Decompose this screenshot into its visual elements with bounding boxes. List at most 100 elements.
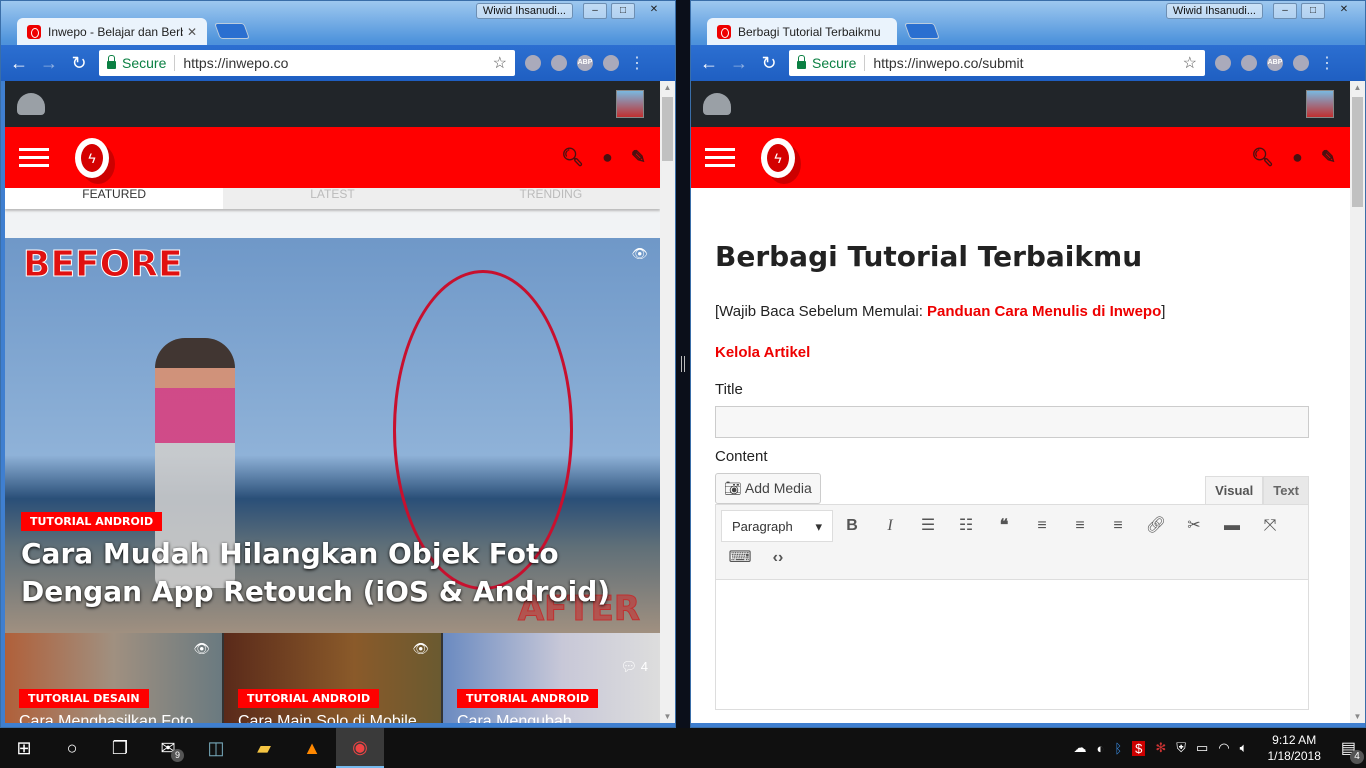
battery-icon[interactable]: ▭	[1196, 740, 1208, 756]
notification-center-icon[interactable]: ▤ 4	[1341, 738, 1364, 764]
code-icon[interactable]: ‹›	[759, 542, 797, 574]
bullet-list-icon[interactable]: ☰	[909, 510, 947, 542]
snap-divider[interactable]	[676, 0, 690, 728]
hamburger-menu-icon[interactable]	[19, 148, 49, 167]
profile-button[interactable]: Wiwid Ihsanudi...	[475, 3, 573, 19]
wifi-icon[interactable]: ◠	[1218, 740, 1229, 756]
extension-icon[interactable]	[1241, 55, 1257, 71]
browser-tab[interactable]: Inwepo - Belajar dan Berb ✕	[17, 18, 207, 45]
category-badge[interactable]: TUTORIAL ANDROID	[238, 689, 380, 708]
site-logo[interactable]	[75, 137, 109, 178]
numbered-list-icon[interactable]: ☷	[947, 510, 985, 542]
onedrive-icon[interactable]: ☁	[1073, 740, 1086, 756]
profile-button[interactable]: Wiwid Ihsanudi...	[1165, 3, 1263, 19]
align-left-icon[interactable]: ≡	[1023, 510, 1061, 542]
bookmark-star-icon[interactable]: ☆	[493, 53, 507, 73]
post-title[interactable]: Cara Main Solo di Mobile	[238, 713, 417, 723]
app-tray-icon[interactable]: ✻	[1155, 740, 1166, 756]
app-tray-icon[interactable]: $	[1132, 740, 1146, 756]
close-window-button[interactable]: ✕	[1329, 3, 1359, 19]
maximize-button[interactable]: □	[611, 3, 635, 19]
site-logo[interactable]	[761, 137, 795, 178]
app-icon[interactable]: ◫	[192, 728, 240, 768]
search-icon[interactable]: 🔍︎	[1251, 147, 1274, 168]
back-icon[interactable]: ←	[9, 53, 29, 74]
windows-start-icon[interactable]: ⊞	[0, 728, 48, 768]
tab-latest[interactable]: LATEST	[223, 188, 442, 209]
maximize-button[interactable]: □	[1301, 3, 1325, 19]
read-more-icon[interactable]: ▬	[1213, 510, 1251, 542]
category-badge[interactable]: TUTORIAL ANDROID	[21, 512, 163, 531]
chrome-menu-icon[interactable]: ⋮	[629, 53, 645, 73]
blockquote-icon[interactable]: ❝	[985, 510, 1023, 542]
post-title[interactable]: Cara Mengubah	[457, 713, 572, 723]
close-window-button[interactable]: ✕	[639, 3, 669, 19]
featured-post[interactable]: BEFORE AFTER 👁︎ TUTORIAL ANDROID Cara Mu…	[5, 238, 660, 633]
align-right-icon[interactable]: ≡	[1099, 510, 1137, 542]
format-select[interactable]: Paragraph ▾	[721, 510, 833, 542]
bold-icon[interactable]: B	[833, 510, 871, 542]
unlink-icon[interactable]: ✂	[1175, 510, 1213, 542]
scrollbar[interactable]: ▲ ▼	[1350, 81, 1365, 723]
hamburger-menu-icon[interactable]	[705, 148, 735, 167]
dashboard-icon[interactable]	[17, 93, 45, 115]
avatar[interactable]	[1306, 90, 1334, 118]
defender-icon[interactable]: ⛨	[1176, 740, 1186, 756]
post-card[interactable]: 👁︎ TUTORIAL DESAIN Cara Menghasilkan Foto	[5, 633, 222, 723]
bookmark-star-icon[interactable]: ☆	[1183, 53, 1197, 73]
address-bar[interactable]: Secure https://inwepo.co/submit ☆	[789, 50, 1205, 76]
search-icon[interactable]: 🔍︎	[561, 147, 584, 168]
reload-icon[interactable]: ↻	[69, 53, 89, 74]
tab-featured[interactable]: FEATURED	[5, 188, 224, 209]
forward-icon[interactable]: →	[39, 53, 59, 74]
italic-icon[interactable]: I	[871, 510, 909, 542]
task-view-icon[interactable]: ❐	[96, 728, 144, 768]
file-explorer-icon[interactable]: ▰	[240, 728, 288, 768]
minimize-button[interactable]: –	[583, 3, 607, 19]
chrome-icon[interactable]: ◉	[336, 728, 384, 768]
browser-tab[interactable]: Berbagi Tutorial Terbaikmu	[707, 18, 897, 45]
category-badge[interactable]: TUTORIAL DESAIN	[19, 689, 149, 708]
extension-icon[interactable]	[525, 55, 541, 71]
address-bar[interactable]: Secure https://inwepo.co ☆	[99, 50, 515, 76]
cortana-icon[interactable]: ○	[48, 728, 96, 768]
content-editor[interactable]	[715, 580, 1309, 710]
guide-link[interactable]: Panduan Cara Menulis di Inwepo	[927, 303, 1161, 320]
extension-icon[interactable]	[1215, 55, 1231, 71]
reload-icon[interactable]: ↻	[759, 53, 779, 74]
extension-icon[interactable]	[603, 55, 619, 71]
adblock-icon[interactable]: ABP	[1267, 55, 1283, 71]
toolbar-toggle-icon[interactable]: ⌨	[721, 542, 759, 574]
clock[interactable]: 9:12 AM 1/18/2018	[1267, 732, 1320, 764]
new-tab-button[interactable]	[904, 23, 940, 39]
post-card[interactable]: 💬︎ 4 TUTORIAL ANDROID Cara Mengubah	[443, 633, 660, 723]
category-badge[interactable]: TUTORIAL ANDROID	[457, 689, 599, 708]
bluetooth-icon[interactable]: ᛒ	[1114, 741, 1122, 756]
minimize-button[interactable]: –	[1273, 3, 1297, 19]
extension-icon[interactable]	[1293, 55, 1309, 71]
volume-icon[interactable]: 🔈︎	[1240, 740, 1248, 756]
back-icon[interactable]: ←	[699, 53, 719, 74]
link-icon[interactable]: 🔗︎	[1137, 510, 1175, 542]
title-input[interactable]	[715, 406, 1309, 438]
avatar[interactable]	[616, 90, 644, 118]
download-manager-icon[interactable]: ◐	[1096, 741, 1104, 756]
scrollbar[interactable]: ▲ ▼	[660, 81, 675, 723]
add-media-button[interactable]: 📷︎ Add Media	[715, 473, 821, 504]
post-card[interactable]: 👁︎ TUTORIAL ANDROID Cara Main Solo di Mobi…	[224, 633, 441, 723]
forward-icon[interactable]: →	[729, 53, 749, 74]
vlc-icon[interactable]: ▲	[288, 728, 336, 768]
pencil-icon[interactable]: ✎	[631, 147, 646, 168]
close-tab-icon[interactable]: ✕	[187, 25, 197, 39]
manage-articles-link[interactable]: Kelola Artikel	[715, 344, 1322, 361]
tab-text[interactable]: Text	[1263, 476, 1309, 504]
post-title[interactable]: Cara Mudah Hilangkan Objek Foto Dengan A…	[21, 535, 650, 611]
chrome-menu-icon[interactable]: ⋮	[1319, 53, 1335, 73]
pencil-icon[interactable]: ✎	[1321, 147, 1336, 168]
user-icon[interactable]: ●	[602, 147, 613, 168]
extension-icon[interactable]	[551, 55, 567, 71]
align-center-icon[interactable]: ≡	[1061, 510, 1099, 542]
tab-trending[interactable]: TRENDING	[441, 188, 660, 209]
dashboard-icon[interactable]	[703, 93, 731, 115]
tab-visual[interactable]: Visual	[1205, 476, 1264, 504]
